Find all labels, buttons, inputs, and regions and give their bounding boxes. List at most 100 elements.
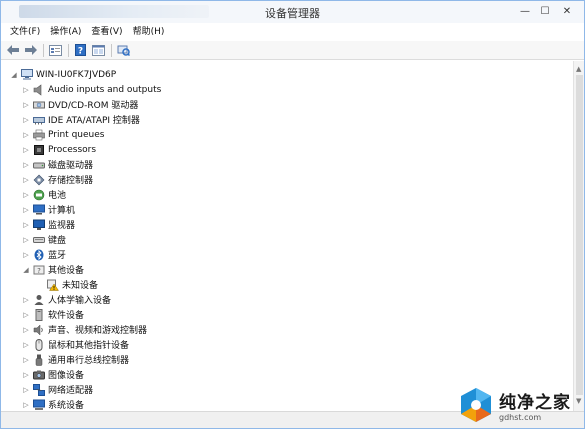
expand-arrow-icon[interactable]: ▷	[21, 160, 31, 170]
tree-item-label: DVD/CD-ROM 驱动器	[48, 101, 139, 111]
tree-item[interactable]: ▷ 电池	[21, 187, 66, 202]
scan-hardware-icon[interactable]	[115, 43, 132, 58]
tree-item[interactable]: ▷ 软件设备	[21, 307, 84, 322]
tree-item[interactable]: ▷ 键盘	[21, 232, 66, 247]
tree-item-label: 存储控制器	[48, 176, 94, 186]
menu-view[interactable]: 查看(V)	[86, 24, 127, 40]
expand-arrow-icon[interactable]: ▷	[21, 385, 31, 395]
software-device-icon	[33, 308, 45, 321]
disk-drive-icon	[33, 159, 45, 171]
scroll-up-icon[interactable]: ▲	[576, 65, 581, 73]
watermark-logo-icon	[461, 388, 491, 422]
tree-item-label: 键盘	[48, 236, 67, 246]
expand-arrow-icon[interactable]: ▷	[21, 295, 31, 305]
window-title: 设备管理器	[265, 7, 320, 20]
tree-item[interactable]: ▷ 人体学输入设备	[21, 292, 111, 307]
speaker-icon	[33, 83, 45, 96]
computer-icon	[21, 69, 33, 81]
printer-icon	[33, 129, 45, 141]
close-button[interactable]: ✕	[553, 3, 581, 19]
tree-item-label: 蓝牙	[48, 251, 67, 261]
menu-help[interactable]: 帮助(H)	[128, 24, 170, 40]
expand-arrow-icon[interactable]: ▷	[21, 400, 31, 410]
back-icon[interactable]	[4, 43, 21, 58]
properties-icon[interactable]	[47, 43, 64, 58]
keyboard-icon	[33, 234, 45, 246]
expand-arrow-icon[interactable]: ▷	[21, 145, 31, 155]
tree-item-label: 网络适配器	[48, 386, 94, 396]
mouse-icon	[33, 338, 45, 351]
expand-arrow-icon[interactable]: ▷	[21, 340, 31, 350]
tree-item[interactable]: ▷ 鼠标和其他指针设备	[21, 337, 129, 352]
tree-item-label: 通用串行总线控制器	[48, 356, 130, 366]
tree-child-item[interactable]: 未知设备	[35, 277, 98, 292]
expand-arrow-icon[interactable]: ▷	[21, 115, 31, 125]
system-device-icon	[33, 399, 45, 411]
tree-item[interactable]: ▷ 图像设备	[21, 367, 84, 382]
device-tree[interactable]: ◢ WIN-IU0FK7JVD6P ▷ Audio inputs and out…	[5, 63, 573, 413]
view-icon[interactable]	[90, 43, 107, 58]
tree-item[interactable]: ◢ ? 其他设备	[21, 262, 84, 277]
expand-arrow-icon[interactable]: ▷	[21, 85, 31, 95]
tree-item[interactable]: ▷ DVD/CD-ROM 驱动器	[21, 97, 138, 112]
collapse-arrow-icon[interactable]: ◢	[9, 70, 19, 80]
tree-item[interactable]: ▷ 计算机	[21, 202, 75, 217]
tree-item-label: 软件设备	[48, 311, 85, 321]
tree-item-label: 人体学输入设备	[48, 296, 112, 306]
tree-item-label: 其他设备	[48, 266, 85, 276]
tree-item[interactable]: ▷ IDE ATA/ATAPI 控制器	[21, 112, 140, 127]
network-adapter-icon	[33, 383, 45, 396]
tree-item-label: IDE ATA/ATAPI 控制器	[48, 116, 140, 126]
expand-arrow-icon[interactable]: ▷	[21, 250, 31, 260]
scrollbar-thumb[interactable]	[576, 75, 583, 395]
computer-icon	[33, 204, 45, 216]
toolbar-separator	[43, 43, 44, 57]
tree-item[interactable]: ▷ 蓝牙	[21, 247, 66, 262]
expand-arrow-icon[interactable]: ▷	[21, 220, 31, 230]
watermark-name: 纯净之家	[499, 393, 571, 413]
tree-item-label: 声音、视频和游戏控制器	[48, 326, 148, 336]
monitor-icon	[33, 219, 45, 231]
tree-item[interactable]: ▷ Audio inputs and outputs	[21, 82, 161, 97]
tree-item-label: 图像设备	[48, 371, 85, 381]
tree-item[interactable]: ▷ Print queues	[21, 127, 104, 142]
tree-root-label: WIN-IU0FK7JVD6P	[36, 69, 117, 80]
tree-item[interactable]: ▷ 监视器	[21, 217, 75, 232]
expand-arrow-icon[interactable]: ▷	[21, 310, 31, 320]
watermark: 纯净之家 gdhst.com	[457, 384, 581, 426]
tree-root[interactable]: ◢ WIN-IU0FK7JVD6P	[9, 67, 116, 82]
expand-arrow-icon[interactable]: ▷	[21, 100, 31, 110]
tree-child-label: 未知设备	[62, 281, 99, 291]
dvd-drive-icon	[33, 99, 45, 111]
expand-arrow-icon[interactable]: ▷	[21, 355, 31, 365]
menu-action[interactable]: 操作(A)	[45, 24, 86, 40]
camera-icon	[33, 369, 45, 381]
expand-arrow-icon[interactable]: ▷	[21, 130, 31, 140]
expand-arrow-icon[interactable]: ▷	[21, 205, 31, 215]
tree-item-label: Audio inputs and outputs	[48, 84, 162, 95]
tree-item-label: 磁盘驱动器	[48, 161, 94, 171]
expand-arrow-icon[interactable]: ▷	[21, 370, 31, 380]
unknown-device-warning-icon	[47, 279, 59, 291]
tree-item[interactable]: ▷ Processors	[21, 142, 96, 157]
help-icon[interactable]: ?	[72, 43, 89, 58]
tree-item-label: Print queues	[48, 129, 105, 140]
tree-item[interactable]: ▷ 系统设备	[21, 397, 84, 412]
title-bar[interactable]: 设备管理器 — ☐ ✕	[1, 1, 584, 23]
storage-controller-icon	[33, 174, 45, 186]
tree-item[interactable]: ▷ 磁盘驱动器	[21, 157, 93, 172]
expand-arrow-icon[interactable]: ▷	[21, 190, 31, 200]
menu-file[interactable]: 文件(F)	[5, 24, 45, 40]
tree-item[interactable]: ▷ 网络适配器	[21, 382, 93, 397]
expand-arrow-icon[interactable]: ▷	[21, 325, 31, 335]
tree-item[interactable]: ▷ 存储控制器	[21, 172, 93, 187]
collapse-arrow-icon[interactable]: ◢	[21, 265, 31, 275]
toolbar-separator	[68, 43, 69, 57]
tree-item-label: 监视器	[48, 221, 76, 231]
expand-arrow-icon[interactable]: ▷	[21, 175, 31, 185]
forward-icon[interactable]	[22, 43, 39, 58]
tree-item[interactable]: ▷ 声音、视频和游戏控制器	[21, 322, 147, 337]
tree-item[interactable]: ▷ 通用串行总线控制器	[21, 352, 129, 367]
expand-arrow-icon[interactable]: ▷	[21, 235, 31, 245]
vertical-scrollbar[interactable]: ▲ ▼	[573, 61, 584, 411]
